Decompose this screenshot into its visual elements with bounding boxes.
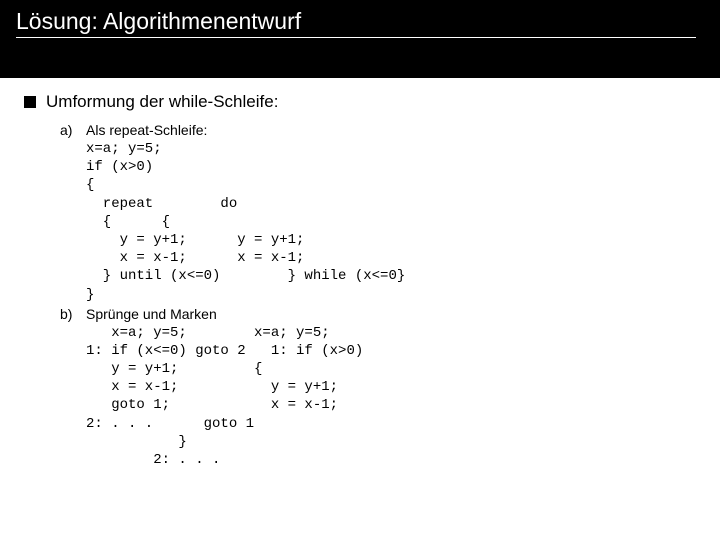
slide-content: Umformung der while-Schleife: a) Als rep… xyxy=(0,78,720,469)
sub-title-b: Sprünge und Marken xyxy=(86,306,363,322)
sub-body-b: Sprünge und Marken x=a; y=5; x=a; y=5; 1… xyxy=(86,306,363,470)
bullet-text: Umformung der while-Schleife: xyxy=(46,92,278,112)
sub-body-a: Als repeat-Schleife: x=a; y=5; if (x>0) … xyxy=(86,122,405,304)
bullet-item: Umformung der while-Schleife: xyxy=(24,92,696,112)
bullet-square-icon xyxy=(24,96,36,108)
sub-block: a) Als repeat-Schleife: x=a; y=5; if (x>… xyxy=(60,122,696,469)
sub-label-b: b) xyxy=(60,306,78,322)
sub-item-b: b) Sprünge und Marken x=a; y=5; x=a; y=5… xyxy=(60,306,696,470)
sub-item-a: a) Als repeat-Schleife: x=a; y=5; if (x>… xyxy=(60,122,696,304)
sub-title-a: Als repeat-Schleife: xyxy=(86,122,405,138)
code-block-a: x=a; y=5; if (x>0) { repeat do { { y = y… xyxy=(86,140,405,304)
sub-label-a: a) xyxy=(60,122,78,138)
code-block-b: x=a; y=5; x=a; y=5; 1: if (x<=0) goto 2 … xyxy=(86,324,363,470)
slide-header: Lösung: Algorithmenentwurf xyxy=(0,0,720,78)
slide-title: Lösung: Algorithmenentwurf xyxy=(16,8,696,38)
